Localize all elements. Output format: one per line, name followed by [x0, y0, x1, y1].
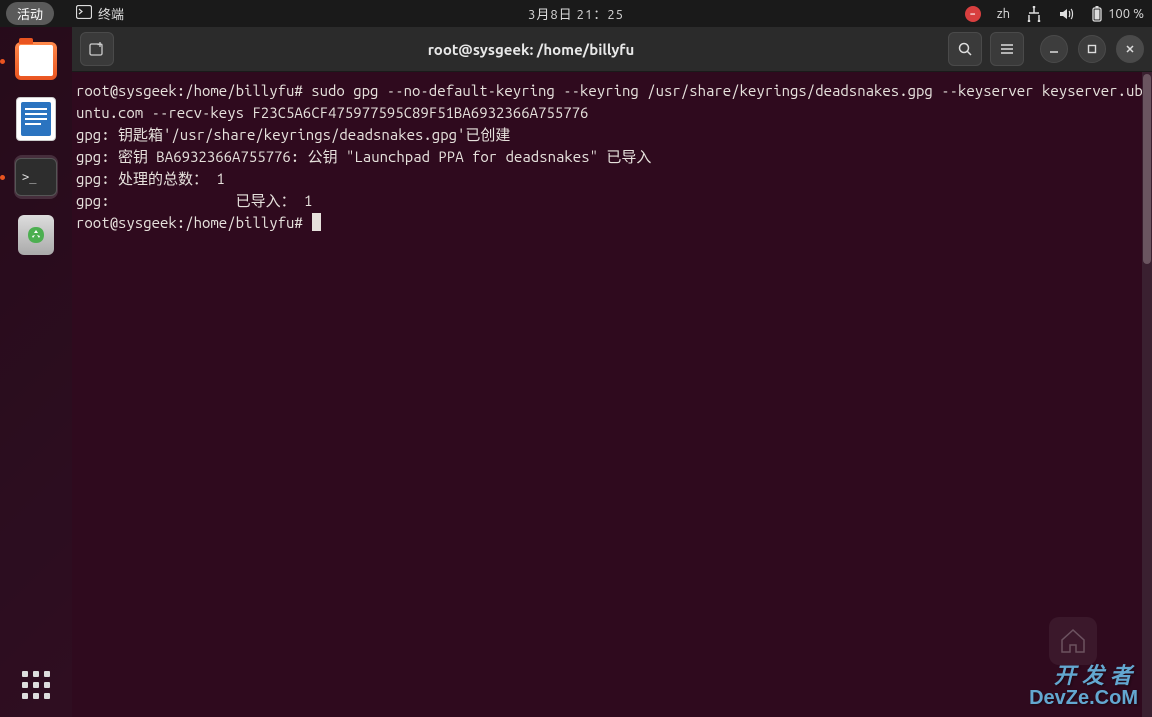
terminal-window: root@sysgeek: /home/billyfu root@: [72, 27, 1152, 717]
terminal-body[interactable]: root@sysgeek:/home/billyfu# sudo gpg --n…: [72, 72, 1152, 717]
scrollbar[interactable]: [1142, 72, 1152, 717]
menu-button[interactable]: [990, 32, 1024, 66]
app-indicator[interactable]: 终端: [76, 4, 124, 23]
close-icon: [1124, 43, 1136, 55]
dock-item-writer[interactable]: [14, 97, 58, 141]
battery-icon: [1090, 6, 1104, 22]
terminal-small-icon: [76, 5, 92, 22]
battery-indicator[interactable]: 100 %: [1090, 6, 1144, 22]
close-button[interactable]: [1116, 35, 1144, 63]
window-titlebar: root@sysgeek: /home/billyfu: [72, 27, 1152, 72]
maximize-button[interactable]: [1078, 35, 1106, 63]
search-button[interactable]: [948, 32, 982, 66]
dock: >_: [0, 27, 72, 717]
activities-button[interactable]: 活动: [6, 2, 54, 25]
home-ghost-icon: [1049, 617, 1097, 665]
dock-item-terminal[interactable]: >_: [14, 155, 58, 199]
search-icon: [957, 41, 973, 57]
cursor: [312, 213, 321, 231]
terminal-line: gpg: 钥匙箱'/usr/share/keyrings/deadsnakes.…: [76, 124, 1148, 146]
top-bar: 活动 终端 3月8日 21：25 − zh 100 %: [0, 0, 1152, 27]
window-title: root@sysgeek: /home/billyfu: [122, 41, 940, 58]
notification-error-icon[interactable]: −: [965, 6, 981, 22]
terminal-line: gpg: 已导入： 1: [76, 190, 1148, 212]
minimize-button[interactable]: [1040, 35, 1068, 63]
app-indicator-label: 终端: [98, 4, 124, 23]
battery-percent: 100 %: [1108, 7, 1144, 21]
terminal-line: root@sysgeek:/home/billyfu#: [76, 212, 1148, 234]
new-tab-button[interactable]: [80, 32, 114, 66]
dock-item-trash[interactable]: [14, 213, 58, 257]
watermark-line1: 开发者: [1029, 665, 1138, 687]
dock-item-files[interactable]: [14, 39, 58, 83]
input-method-indicator[interactable]: zh: [997, 7, 1010, 21]
network-icon[interactable]: [1026, 6, 1042, 22]
scrollbar-thumb[interactable]: [1143, 74, 1151, 264]
terminal-line: root@sysgeek:/home/billyfu# sudo gpg --n…: [76, 80, 1148, 124]
terminal-line: gpg: 密钥 BA6932366A755776: 公钥 "Launchpad …: [76, 146, 1148, 168]
watermark: 开发者 DevZe.CoM: [1029, 665, 1138, 709]
maximize-icon: [1086, 43, 1098, 55]
terminal-line: gpg: 处理的总数： 1: [76, 168, 1148, 190]
system-tray: − zh 100 %: [965, 6, 1144, 22]
watermark-line2: DevZe.CoM: [1029, 687, 1138, 709]
hamburger-icon: [999, 41, 1015, 57]
clock[interactable]: 3月8日 21：25: [528, 4, 624, 23]
volume-icon[interactable]: [1058, 6, 1074, 22]
show-applications-button[interactable]: [22, 671, 50, 699]
minimize-icon: [1048, 43, 1060, 55]
